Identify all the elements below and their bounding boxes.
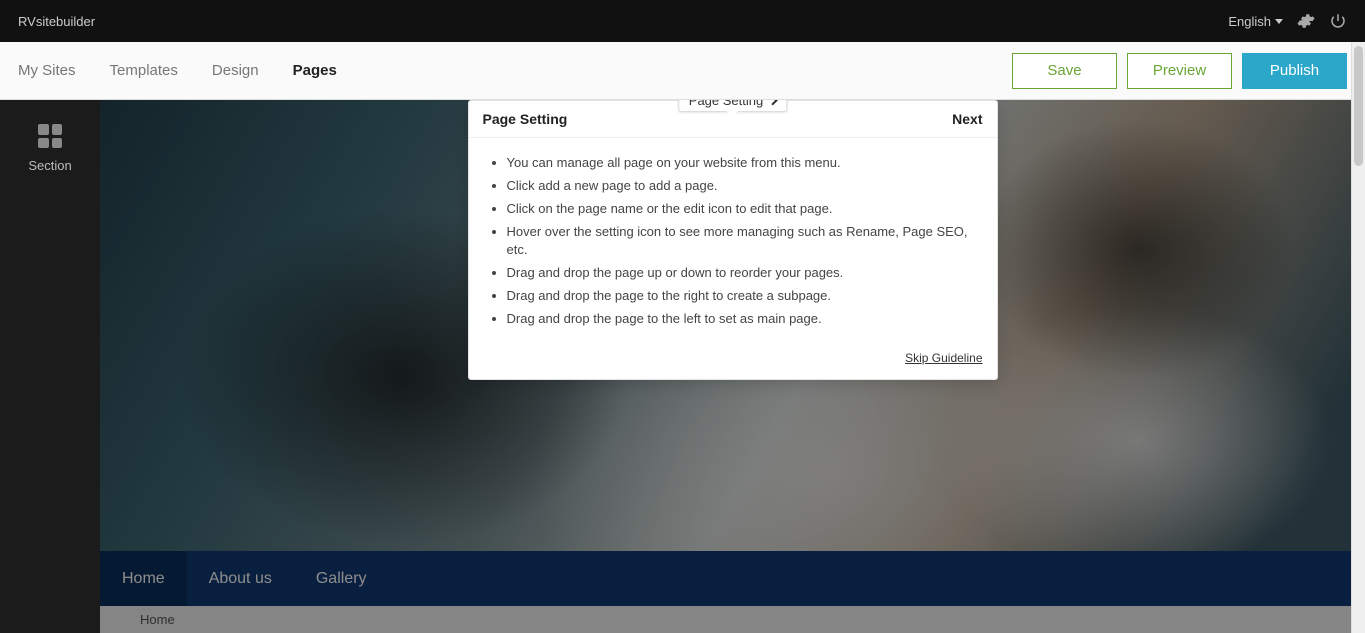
site-nav-about[interactable]: About us <box>187 551 294 606</box>
popover-foot: Skip Guideline <box>469 343 997 379</box>
gear-icon[interactable] <box>1297 12 1315 30</box>
popover-body: You can manage all page on your website … <box>469 138 997 343</box>
section-icon <box>38 124 62 148</box>
canvas: Page Setting Page Setting Next You can m… <box>100 100 1365 633</box>
tab-templates[interactable]: Templates <box>110 62 178 79</box>
preview-button[interactable]: Preview <box>1127 53 1232 89</box>
topbar: RVsitebuilder English <box>0 0 1365 42</box>
save-button[interactable]: Save <box>1012 53 1117 89</box>
scrollbar-thumb[interactable] <box>1354 46 1363 166</box>
caret-down-icon <box>1275 19 1283 24</box>
popover-bullet: Drag and drop the page to the left to se… <box>507 310 983 329</box>
popover-title: Page Setting <box>483 111 568 127</box>
popover-bullet: Click on the page name or the edit icon … <box>507 200 983 219</box>
popover-bullet: Drag and drop the page to the right to c… <box>507 287 983 306</box>
site-nav-home[interactable]: Home <box>100 551 187 606</box>
tab-pages[interactable]: Pages <box>293 62 337 79</box>
next-button[interactable]: Next <box>952 111 982 127</box>
popover-bullets: You can manage all page on your website … <box>483 154 983 329</box>
page-setting-badge-label: Page Setting <box>689 100 763 108</box>
site-nav: Home About us Gallery <box>100 551 1365 606</box>
language-label: English <box>1228 14 1271 29</box>
skip-guideline-link[interactable]: Skip Guideline <box>905 351 982 365</box>
tab-design[interactable]: Design <box>212 62 259 79</box>
subnav-actions: Save Preview Publish <box>1012 53 1347 89</box>
publish-button[interactable]: Publish <box>1242 53 1347 89</box>
breadcrumb-current: Home <box>140 612 175 627</box>
subnav: My Sites Templates Design Pages Save Pre… <box>0 42 1365 100</box>
section-label: Section <box>28 158 71 173</box>
language-switcher[interactable]: English <box>1228 14 1283 29</box>
topbar-right: English <box>1228 12 1347 30</box>
editor-sidebar: Section <box>0 100 100 633</box>
breadcrumb: Home <box>100 606 1365 633</box>
chevron-right-icon <box>768 100 778 105</box>
power-icon[interactable] <box>1329 12 1347 30</box>
popover-bullet: Drag and drop the page up or down to reo… <box>507 264 983 283</box>
scrollbar[interactable] <box>1351 42 1365 633</box>
popover-bullet: You can manage all page on your website … <box>507 154 983 173</box>
subnav-tabs: My Sites Templates Design Pages <box>18 62 337 79</box>
page-setting-badge[interactable]: Page Setting <box>678 100 787 112</box>
section-tool[interactable]: Section <box>28 124 71 173</box>
tab-my-sites[interactable]: My Sites <box>18 62 76 79</box>
popover-bullet: Hover over the setting icon to see more … <box>507 223 983 261</box>
brand-label: RVsitebuilder <box>18 14 95 29</box>
popover-bullet: Click add a new page to add a page. <box>507 177 983 196</box>
workspace: Section Page Setting Page Setting Next Y… <box>0 100 1365 633</box>
site-nav-gallery[interactable]: Gallery <box>294 551 389 606</box>
guideline-popover: Page Setting Next You can manage all pag… <box>468 100 998 380</box>
